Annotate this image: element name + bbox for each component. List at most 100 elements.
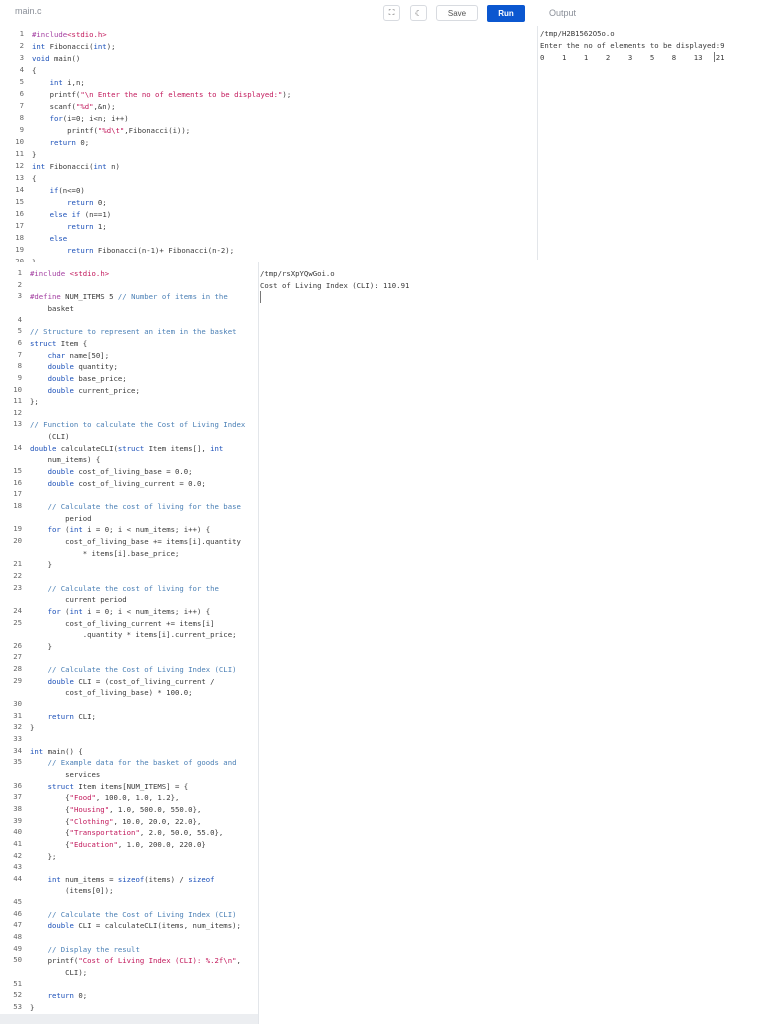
code-line[interactable]: scanf("%d",&n); (32, 101, 116, 113)
code-line[interactable]: // Calculate the cost of living for the … (30, 501, 241, 512)
code-line[interactable]: // Calculate the Cost of Living Index (C… (30, 664, 237, 675)
code-line[interactable]: #include<stdio.h> (32, 29, 107, 41)
code-line[interactable]: } (30, 641, 52, 652)
line-number: 37 (13, 792, 22, 802)
code-line[interactable]: (items[0]); (30, 885, 113, 896)
code-line[interactable]: .quantity * items[i].current_price; (30, 629, 237, 640)
code-line[interactable]: if(n<=0) (32, 185, 85, 197)
code-line[interactable]: // Display the result (30, 944, 140, 955)
code-line[interactable]: else (32, 233, 68, 245)
code-line[interactable]: double cost_of_living_base = 0.0; (30, 466, 193, 477)
code-line[interactable]: } (30, 559, 52, 570)
line-number: 1 (19, 29, 24, 38)
code-line[interactable]: double calculateCLI(struct Item items[],… (30, 443, 223, 454)
code-line[interactable]: {"Transportation", 2.0, 50.0, 55.0}, (30, 827, 223, 838)
code-line[interactable]: {"Clothing", 10.0, 20.0, 22.0}, (30, 816, 201, 827)
code-line[interactable]: // Calculate the Cost of Living Index (C… (30, 909, 237, 920)
line-number: 17 (15, 221, 24, 230)
code-line[interactable]: #include <stdio.h> (30, 268, 109, 279)
line-number: 29 (13, 675, 22, 685)
file-tab[interactable]: main.c (15, 6, 42, 16)
line-number: 50 (13, 955, 22, 965)
code-line[interactable]: double CLI = (cost_of_living_current / (30, 676, 215, 687)
line-number: 43 (13, 862, 22, 872)
code-line[interactable]: else if (n==1) (32, 209, 112, 221)
code-editor-top[interactable]: 1 #include<stdio.h> 2 int Fibonacci(int); 3 v… (0, 26, 538, 267)
code-line[interactable]: num_items) { (30, 454, 101, 465)
code-line[interactable]: {"Food", 100.0, 1.0, 1.2}, (30, 792, 179, 803)
code-line[interactable]: int num_items = sizeof(items) / sizeof (30, 874, 215, 885)
code-line[interactable]: {"Education", 1.0, 200.0, 220.0} (30, 839, 206, 850)
code-line[interactable]: // Structure to represent an item in the… (30, 326, 236, 337)
code-line[interactable]: } (30, 722, 34, 733)
code-line[interactable]: struct Item { (30, 338, 87, 349)
code-line[interactable]: #define NUM_ITEMS 5 // Number of items i… (30, 291, 228, 302)
code-line[interactable]: return 0; (30, 990, 88, 1001)
fullscreen-icon: ⛶ (388, 8, 395, 17)
code-line[interactable]: cost_of_living_current += items[i] (30, 618, 214, 629)
code-line[interactable]: void main() (32, 53, 80, 65)
code-line[interactable]: cost_of_living_base) * 100.0; (30, 687, 192, 698)
code-line[interactable]: double current_price; (30, 385, 140, 396)
code-line[interactable]: (CLI) (30, 431, 70, 442)
line-number: 8 (17, 361, 22, 371)
theme-toggle-button[interactable]: ☾ (410, 5, 427, 21)
code-line[interactable]: printf("\n Enter the no of elements to b… (32, 89, 292, 101)
line-number: 46 (13, 908, 22, 918)
code-line[interactable]: } (32, 149, 36, 161)
line-number: 40 (13, 827, 22, 837)
code-line[interactable]: int Fibonacci(int); (32, 41, 116, 53)
code-line[interactable]: }; (30, 396, 39, 407)
code-line[interactable]: // Example data for the basket of goods … (30, 757, 237, 768)
code-line[interactable]: cost_of_living_base += items[i].quantity (30, 536, 241, 547)
code-editor-bottom[interactable]: 1 #include <stdio.h> 2 3 #define NUM_ITEMS 5… (0, 262, 259, 1024)
code-line[interactable]: { (32, 65, 36, 77)
line-number: 31 (13, 710, 22, 720)
code-line[interactable]: printf("%d\t",Fibonacci(i)); (32, 125, 190, 137)
line-number: 4 (17, 314, 22, 324)
code-line[interactable]: * items[i].base_price; (30, 548, 180, 559)
code-line[interactable]: return Fibonacci(n-1)+ Fibonacci(n-2); (32, 245, 234, 257)
line-number: 19 (13, 524, 22, 534)
line-number: 13 (13, 419, 22, 429)
code-line[interactable]: return 0; (32, 197, 107, 209)
editor-scrollbar-bottom[interactable] (0, 1014, 258, 1024)
code-line[interactable]: double CLI = calculateCLI(items, num_ite… (30, 920, 241, 931)
code-line[interactable]: // Calculate the cost of living for the (30, 583, 219, 594)
code-line[interactable]: int i,n; (32, 77, 85, 89)
code-line[interactable]: for(i=0; i<n; i++) (32, 113, 129, 125)
code-line[interactable]: return 0; (32, 137, 90, 149)
output-line: Cost of Living Index (CLI): 110.91 (260, 281, 410, 290)
code-line[interactable]: // Function to calculate the Cost of Liv… (30, 419, 245, 430)
code-line[interactable]: double base_price; (30, 373, 127, 384)
line-number: 21 (13, 559, 22, 569)
code-line[interactable]: basket (30, 303, 74, 314)
code-line[interactable]: int Fibonacci(int n) (32, 161, 120, 173)
line-number: 15 (15, 197, 24, 206)
code-line[interactable]: { (32, 173, 36, 185)
save-button[interactable]: Save (436, 5, 478, 21)
code-line[interactable]: {"Housing", 1.0, 500.0, 550.0}, (30, 804, 201, 815)
line-number: 39 (13, 815, 22, 825)
code-line[interactable]: for (int i = 0; i < num_items; i++) { (30, 524, 211, 535)
code-line[interactable]: return 1; (32, 221, 107, 233)
code-line[interactable]: double cost_of_living_current = 0.0; (30, 478, 206, 489)
code-line[interactable]: }; (30, 851, 57, 862)
code-line[interactable]: return CLI; (30, 711, 96, 722)
code-line[interactable]: period (30, 513, 91, 524)
code-line[interactable]: double quantity; (30, 361, 118, 372)
code-line[interactable]: struct Item items[NUM_ITEMS] = { (30, 781, 189, 792)
code-line[interactable]: int main() { (30, 746, 83, 757)
code-line[interactable]: char name[50]; (30, 350, 110, 361)
code-line[interactable]: } (30, 1002, 34, 1013)
line-number: 2 (19, 41, 24, 50)
code-line[interactable]: services (30, 769, 100, 780)
code-line[interactable]: current period (30, 594, 127, 605)
code-line[interactable]: CLI); (30, 967, 87, 978)
code-line[interactable]: printf("Cost of Living Index (CLI): %.2f… (30, 955, 241, 966)
run-button[interactable]: Run (487, 5, 525, 22)
line-number: 16 (13, 477, 22, 487)
output-line: Enter the no of elements to be displayed… (540, 41, 725, 50)
fullscreen-button[interactable]: ⛶ (383, 5, 400, 21)
code-line[interactable]: for (int i = 0; i < num_items; i++) { (30, 606, 211, 617)
